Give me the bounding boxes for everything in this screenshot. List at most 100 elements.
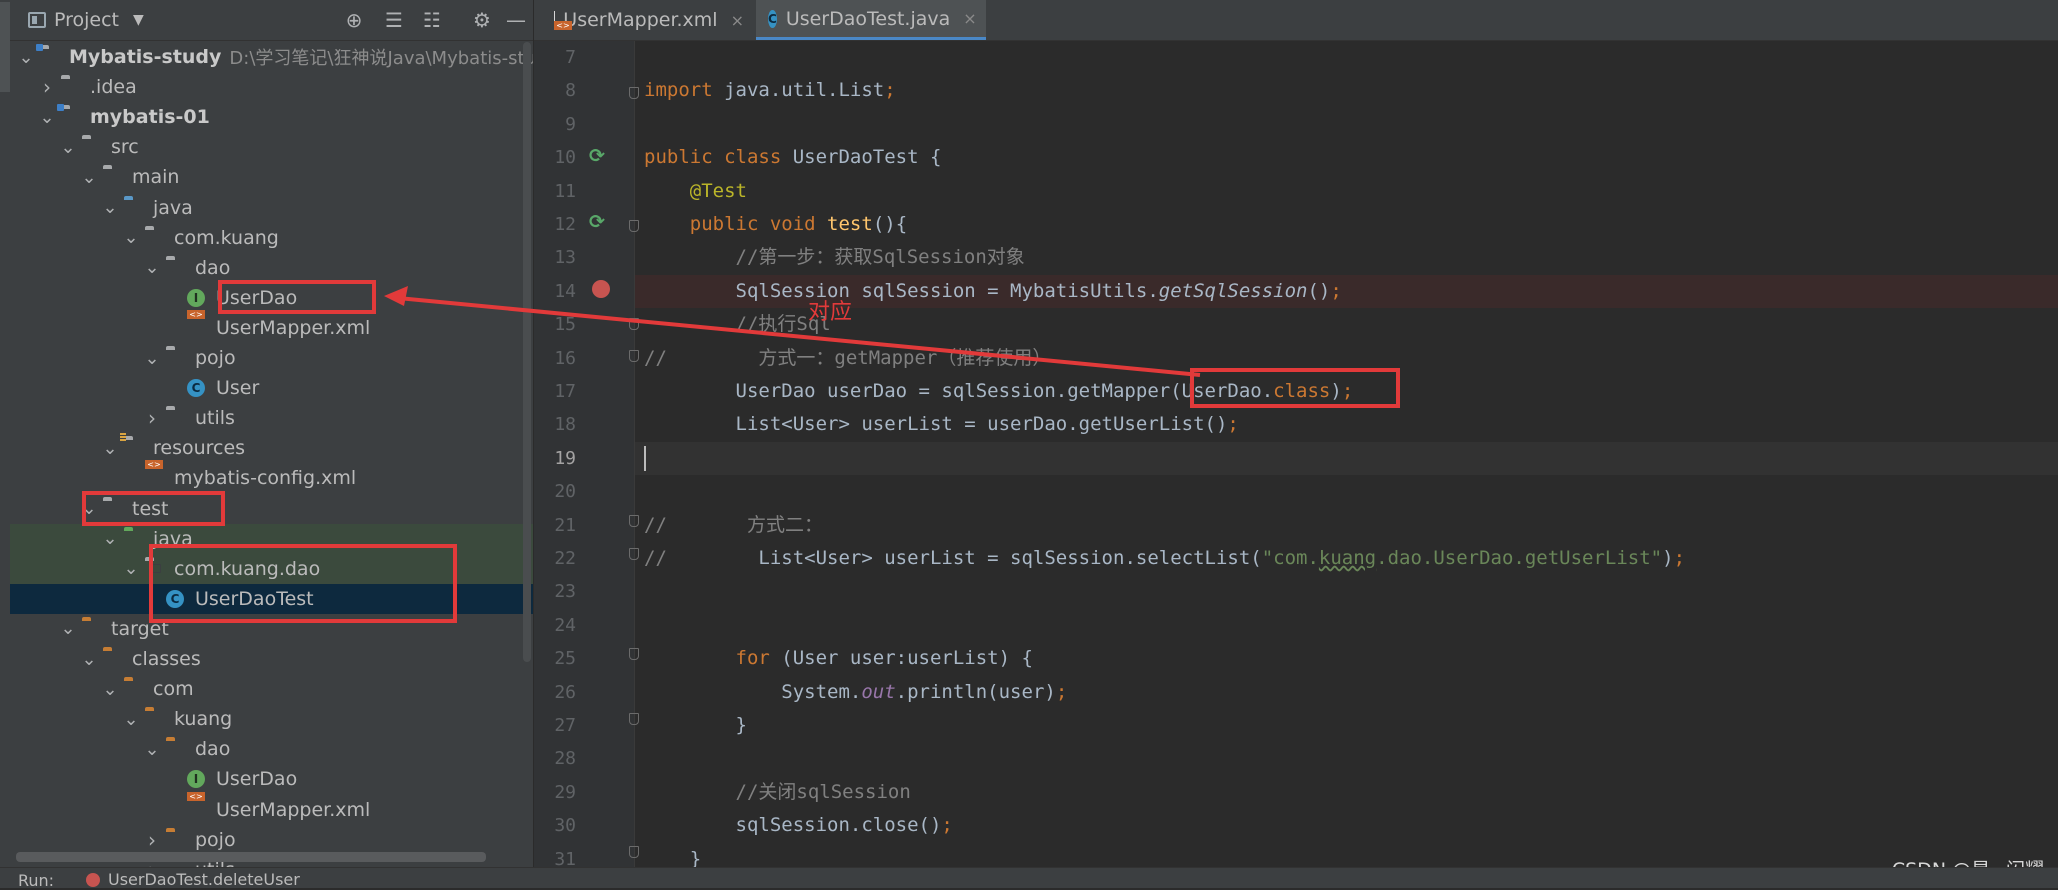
code-line[interactable]: //第一步：获取SqlSession对象 [635, 241, 2058, 274]
code-line[interactable] [635, 442, 2058, 475]
code-line[interactable]: System.out.println(user); [635, 676, 2058, 709]
collapse-all-icon[interactable]: ☷ [418, 6, 446, 34]
chevron-down-icon[interactable]: ⌄ [81, 162, 97, 192]
code-text: sqlSession.close(); [644, 809, 953, 842]
tree-horizontal-scrollbar[interactable] [16, 852, 486, 862]
chevron-down-icon[interactable]: ⌄ [39, 102, 55, 132]
code-line[interactable]: sqlSession.close(); [635, 809, 2058, 842]
fold-marker-icon[interactable] [629, 648, 639, 660]
code-line[interactable]: @Test [635, 175, 2058, 208]
chevron-down-icon[interactable]: ⌄ [60, 132, 76, 162]
code-line[interactable] [635, 609, 2058, 642]
tree-row[interactable]: ›utils [10, 403, 533, 433]
code-line[interactable]: //关闭sqlSession [635, 776, 2058, 809]
hide-icon[interactable]: — [502, 6, 530, 34]
breakpoint-icon[interactable] [592, 280, 610, 298]
tree-row[interactable]: ›pojo [10, 825, 533, 855]
chevron-down-icon[interactable]: ⌄ [60, 614, 76, 644]
code-line[interactable] [635, 108, 2058, 141]
run-label: Run: [18, 871, 54, 890]
close-icon[interactable]: × [963, 9, 976, 28]
tree-row[interactable]: ⌄java [10, 193, 533, 223]
tree-row[interactable]: ⌄com.kuang [10, 223, 533, 253]
project-view-selector[interactable]: Project ▼ [28, 8, 144, 32]
tree-row[interactable]: ⌄com [10, 674, 533, 704]
code-text: } [644, 843, 701, 867]
tree-row[interactable]: UserMapper.xml [10, 313, 533, 343]
chevron-down-icon[interactable]: ⌄ [102, 433, 118, 463]
tree-node: ⌄kuang [123, 704, 232, 734]
code-line[interactable]: } [635, 843, 2058, 867]
code-editor[interactable]: import java.util.List; public class UserD… [635, 41, 2058, 867]
code-text: public void test(){ [644, 208, 907, 241]
chevron-right-icon[interactable]: › [39, 72, 55, 102]
chevron-down-icon[interactable]: ⌄ [123, 704, 139, 734]
code-line[interactable]: public class UserDaoTest { [635, 141, 2058, 174]
source-folder-icon [124, 199, 146, 217]
chevron-down-icon[interactable]: ⌄ [123, 223, 139, 253]
code-line[interactable]: // 方式二： [635, 509, 2058, 542]
gear-icon[interactable]: ⚙ [468, 6, 496, 34]
chevron-down-icon[interactable]: ⌄ [81, 644, 97, 674]
code-line[interactable] [635, 41, 2058, 74]
tree-row[interactable]: ⌄src [10, 132, 533, 162]
fold-marker-icon[interactable] [629, 713, 639, 725]
expand-all-icon[interactable]: ☰ [380, 6, 408, 34]
code-line[interactable]: for (User user:userList) { [635, 642, 2058, 675]
fold-marker-icon[interactable] [629, 220, 639, 232]
tree-row[interactable]: IUserDao [10, 764, 533, 794]
chevron-down-icon[interactable]: ⌄ [102, 674, 118, 704]
code-line[interactable] [635, 575, 2058, 608]
chevron-down-icon[interactable]: ⌄ [18, 42, 34, 72]
fold-marker-icon[interactable] [629, 350, 639, 362]
project-tool-window-button[interactable] [0, 2, 10, 92]
locate-icon[interactable]: ⊕ [340, 6, 368, 34]
code-line[interactable]: List<User> userList = userDao.getUserLis… [635, 408, 2058, 441]
fold-marker-icon[interactable] [629, 87, 639, 99]
tree-row[interactable]: ⌄main [10, 162, 533, 192]
tab-userdaotest-java[interactable]: C UserDaoTest.java × [756, 0, 986, 40]
tree-row[interactable]: ⌄classes [10, 644, 533, 674]
package-icon [166, 259, 188, 277]
fold-marker-icon[interactable] [629, 318, 639, 330]
code-line[interactable]: import java.util.List; [635, 74, 2058, 107]
tree-row[interactable]: ⌄mybatis-01 [10, 102, 533, 132]
tree-row[interactable]: ⌄pojo [10, 343, 533, 373]
chevron-down-icon[interactable]: ⌄ [144, 253, 160, 283]
tree-label: UserMapper.xml [216, 799, 370, 821]
code-line[interactable] [635, 475, 2058, 508]
chevron-down-icon[interactable]: ⌄ [102, 193, 118, 223]
tree-row[interactable]: ⌄kuang [10, 704, 533, 734]
tree-row[interactable]: mybatis-config.xml [10, 463, 533, 493]
tree-vertical-scrollbar[interactable] [523, 42, 531, 662]
fold-marker-icon[interactable] [629, 846, 639, 858]
code-line[interactable]: public void test(){ [635, 208, 2058, 241]
chevron-down-icon[interactable]: ⌄ [144, 734, 160, 764]
tree-row[interactable]: ⌄dao [10, 253, 533, 283]
run-config-tab[interactable]: UserDaoTest.deleteUser [86, 870, 300, 889]
tree-row[interactable]: UserMapper.xml [10, 795, 533, 825]
chevron-right-icon[interactable]: › [144, 825, 160, 855]
chevron-down-icon[interactable]: ⌄ [144, 343, 160, 373]
code-line[interactable]: // List<User> userList = sqlSession.sele… [635, 542, 2058, 575]
code-line[interactable] [635, 742, 2058, 775]
tree-node: ⌄com [102, 674, 194, 704]
tab-usermapper-xml[interactable]: UserMapper.xml × [542, 0, 756, 40]
code-line[interactable]: } [635, 709, 2058, 742]
fold-marker-icon[interactable] [629, 515, 639, 527]
fold-marker-icon[interactable] [629, 548, 639, 560]
tree-row[interactable]: ›.idea [10, 72, 533, 102]
close-icon[interactable]: × [731, 11, 744, 30]
tree-row[interactable]: CUser [10, 373, 533, 403]
run-test-method-icon[interactable]: ⟳ [587, 212, 607, 232]
tree-row[interactable]: ⌄Mybatis-studyD:\学习笔记\狂神说Java\Mybatis-st… [10, 42, 533, 72]
chevron-down-icon[interactable]: ⌄ [123, 554, 139, 584]
run-test-class-icon[interactable]: ⟳ [587, 146, 607, 166]
code-text: //执行Sql [644, 308, 831, 341]
tree-row[interactable]: ⌄dao [10, 734, 533, 764]
tree-label: User [216, 377, 259, 399]
tree-row[interactable]: ⌄resources [10, 433, 533, 463]
chevron-down-icon[interactable]: ⌄ [102, 524, 118, 554]
chevron-right-icon[interactable]: › [144, 403, 160, 433]
tree-node: ⌄src [60, 132, 139, 162]
